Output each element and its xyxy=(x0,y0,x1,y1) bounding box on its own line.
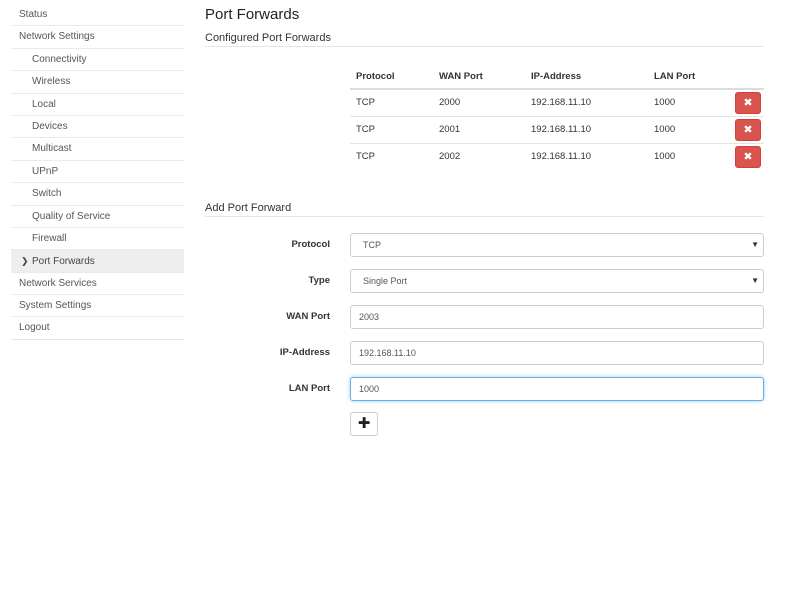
close-icon: ✖ xyxy=(743,151,753,163)
header-ip-address: IP-Address xyxy=(531,71,582,82)
sidebar-item-network-settings[interactable]: Network Settings xyxy=(11,26,184,49)
delete-button[interactable]: ✖ xyxy=(735,146,761,168)
wan-port-row: WAN Port 2003 xyxy=(205,305,764,329)
type-select[interactable]: Single Port ▼ xyxy=(350,269,764,293)
protocol-select-value: TCP xyxy=(363,240,381,250)
wan-port-label: WAN Port xyxy=(286,311,330,322)
sidebar-item-port-forwards[interactable]: ❯ Port Forwards xyxy=(11,250,184,273)
sidebar-item-status[interactable]: Status xyxy=(11,4,184,27)
table-row: TCP 2002 192.168.11.10 1000 ✖ xyxy=(350,144,764,171)
sidebar-item-switch[interactable]: Switch xyxy=(11,183,184,206)
add-port-forward-button[interactable]: ✚ xyxy=(350,412,378,436)
cell-ip-address: 192.168.11.10 xyxy=(531,151,592,162)
cell-wan-port: 2001 xyxy=(439,124,461,135)
port-forwards-table: Protocol WAN Port IP-Address LAN Port TC… xyxy=(350,64,764,171)
add-port-forward-heading: Add Port Forward xyxy=(205,202,764,217)
chevron-right-icon: ❯ xyxy=(21,256,29,267)
delete-button[interactable]: ✖ xyxy=(735,92,761,114)
type-select-value: Single Port xyxy=(363,276,408,286)
wan-port-input[interactable]: 2003 xyxy=(350,305,764,329)
header-wan-port: WAN Port xyxy=(439,71,483,82)
sidebar-item-upnp[interactable]: UPnP xyxy=(11,161,184,184)
sidebar-item-devices[interactable]: Devices xyxy=(11,116,184,139)
cell-ip-address: 192.168.11.10 xyxy=(531,124,592,135)
header-protocol: Protocol xyxy=(356,71,395,82)
caret-down-icon: ▼ xyxy=(751,276,759,285)
sidebar-item-wireless[interactable]: Wireless xyxy=(11,71,184,94)
ip-address-row: IP-Address 192.168.11.10 xyxy=(205,341,764,365)
delete-button[interactable]: ✖ xyxy=(735,119,761,141)
type-row: Type Single Port ▼ xyxy=(205,269,764,293)
sidebar-nav: Status Network Settings Connectivity Wir… xyxy=(11,4,184,340)
cell-lan-port: 1000 xyxy=(654,97,676,108)
lan-port-row: LAN Port 1000 xyxy=(205,377,764,401)
table-header: Protocol WAN Port IP-Address LAN Port xyxy=(350,64,764,90)
ip-address-label: IP-Address xyxy=(279,347,330,358)
sidebar-item-connectivity[interactable]: Connectivity xyxy=(11,49,184,72)
sidebar-item-logout[interactable]: Logout xyxy=(11,317,184,340)
protocol-label: Protocol xyxy=(291,239,330,250)
cell-protocol: TCP xyxy=(356,151,375,162)
sidebar-item-multicast[interactable]: Multicast xyxy=(11,138,184,161)
close-icon: ✖ xyxy=(743,124,753,136)
cell-wan-port: 2000 xyxy=(439,97,461,108)
cell-ip-address: 192.168.11.10 xyxy=(531,97,592,108)
table-row: TCP 2001 192.168.11.10 1000 ✖ xyxy=(350,117,764,144)
sidebar-item-label: Port Forwards xyxy=(32,256,95,268)
type-label: Type xyxy=(308,275,330,286)
caret-down-icon: ▼ xyxy=(751,240,759,249)
sidebar-item-firewall[interactable]: Firewall xyxy=(11,228,184,251)
configured-port-forwards-heading: Configured Port Forwards xyxy=(205,32,764,47)
close-icon: ✖ xyxy=(743,97,753,109)
ip-address-input[interactable]: 192.168.11.10 xyxy=(350,341,764,365)
header-lan-port: LAN Port xyxy=(654,71,696,82)
lan-port-input[interactable]: 1000 xyxy=(350,377,764,401)
protocol-row: Protocol TCP ▼ xyxy=(205,233,764,257)
cell-lan-port: 1000 xyxy=(654,124,676,135)
sidebar-item-network-services[interactable]: Network Services xyxy=(11,273,184,296)
sidebar-item-quality-of-service[interactable]: Quality of Service xyxy=(11,206,184,228)
cell-lan-port: 1000 xyxy=(654,151,676,162)
cell-protocol: TCP xyxy=(356,124,375,135)
lan-port-label: LAN Port xyxy=(288,383,330,394)
protocol-select[interactable]: TCP ▼ xyxy=(350,233,764,257)
cell-protocol: TCP xyxy=(356,97,375,108)
plus-icon: ✚ xyxy=(357,415,371,432)
page-title: Port Forwards xyxy=(205,6,300,23)
cell-wan-port: 2002 xyxy=(439,151,461,162)
sidebar-item-system-settings[interactable]: System Settings xyxy=(11,295,184,318)
table-row: TCP 2000 192.168.11.10 1000 ✖ xyxy=(350,90,764,117)
sidebar-item-local[interactable]: Local xyxy=(11,94,184,116)
